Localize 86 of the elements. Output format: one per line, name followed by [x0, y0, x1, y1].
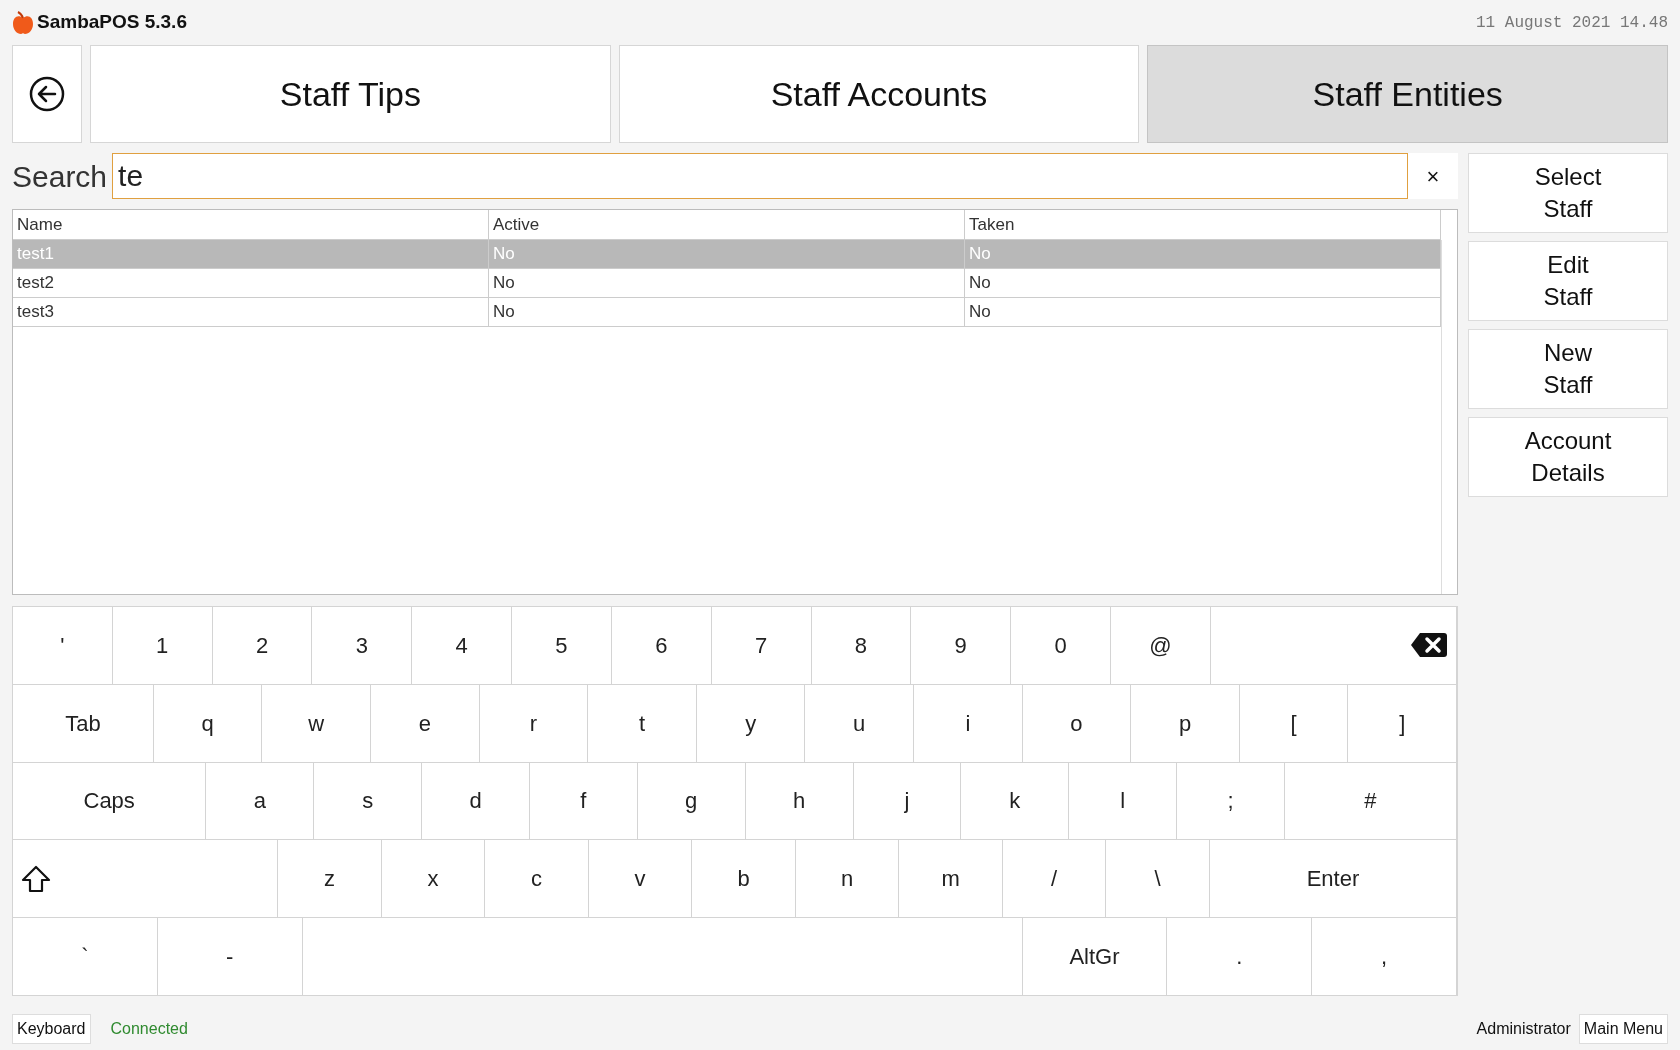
key[interactable]: ] [1348, 684, 1457, 762]
key[interactable]: Tab [13, 684, 154, 762]
nav-tab[interactable]: Staff Tips [90, 45, 611, 143]
table-cell: test2 [13, 269, 489, 297]
backspace-icon [1409, 632, 1448, 659]
space-key[interactable] [302, 918, 1023, 995]
table-cell: No [489, 240, 965, 268]
column-header: Active [489, 210, 965, 239]
key[interactable]: t [588, 684, 697, 762]
key[interactable]: Caps [13, 762, 207, 840]
table-cell: test1 [13, 240, 489, 268]
action-button[interactable]: New Staff [1468, 329, 1668, 409]
clear-search-button[interactable]: × [1408, 153, 1458, 199]
shift-key[interactable] [13, 840, 279, 918]
table-row[interactable]: test3 No No [13, 298, 1441, 327]
key[interactable]: ` [13, 918, 158, 995]
key[interactable]: w [262, 684, 372, 762]
key[interactable]: o [1022, 684, 1132, 762]
key[interactable]: Enter [1209, 840, 1457, 918]
key[interactable]: 2 [212, 607, 313, 684]
key[interactable]: ; [1177, 762, 1285, 840]
key[interactable]: q [153, 684, 263, 762]
table-cell: No [489, 269, 965, 297]
nav-tab[interactable]: Staff Entities [1147, 45, 1668, 143]
key[interactable]: c [485, 840, 589, 918]
key[interactable]: p [1131, 684, 1240, 762]
key[interactable]: / [1002, 840, 1107, 918]
key[interactable]: f [529, 762, 638, 840]
key[interactable]: n [795, 840, 900, 918]
shift-icon [21, 864, 51, 893]
key[interactable]: b [692, 840, 796, 918]
key[interactable]: a [206, 762, 315, 840]
user-name: Administrator [1476, 1019, 1571, 1039]
table-cell: test3 [13, 298, 489, 326]
key[interactable]: s [314, 762, 423, 840]
key[interactable]: y [696, 684, 806, 762]
key[interactable]: h [745, 762, 854, 840]
key[interactable]: - [157, 918, 303, 995]
action-button[interactable]: Edit Staff [1468, 241, 1668, 321]
app-title: SambaPOS 5.3.6 [37, 10, 187, 35]
apple-logo-icon [12, 10, 34, 35]
table-row[interactable]: test2 No No [13, 269, 1441, 298]
key[interactable]: l [1069, 762, 1178, 840]
column-header: Taken [965, 210, 1441, 239]
key[interactable]: v [588, 840, 693, 918]
key[interactable]: j [853, 762, 962, 840]
key[interactable]: 1 [112, 607, 213, 684]
key[interactable]: # [1284, 762, 1457, 840]
key[interactable]: z [278, 840, 382, 918]
toggle-button[interactable]: Keyboard [12, 1014, 91, 1044]
action-button[interactable]: Select Staff [1468, 153, 1668, 233]
search-label: Search [12, 158, 109, 195]
table-cell: No [489, 298, 965, 326]
action-button[interactable]: Account Details [1468, 417, 1668, 497]
key[interactable]: , [1312, 918, 1457, 995]
column-header: Name [13, 210, 489, 239]
key[interactable]: 3 [312, 607, 413, 684]
key[interactable]: AltGr [1022, 918, 1168, 995]
key[interactable]: 8 [811, 607, 912, 684]
key[interactable]: . [1167, 918, 1313, 995]
key[interactable]: r [479, 684, 589, 762]
key[interactable]: k [961, 762, 1070, 840]
back-button[interactable] [12, 45, 82, 143]
key[interactable]: 7 [711, 607, 812, 684]
key[interactable]: e [371, 684, 480, 762]
nav-tab[interactable]: Staff Accounts [618, 45, 1140, 143]
backspace-key[interactable] [1210, 607, 1457, 684]
key[interactable]: 5 [512, 607, 612, 684]
main-menu-button[interactable]: Main Menu [1578, 1014, 1668, 1044]
key[interactable]: 0 [1011, 607, 1111, 684]
key[interactable]: 4 [412, 607, 513, 684]
key[interactable]: 6 [611, 607, 712, 684]
key[interactable]: x [381, 840, 486, 918]
key[interactable]: 9 [911, 607, 1012, 684]
key[interactable]: ' [13, 607, 113, 684]
key[interactable]: d [422, 762, 530, 840]
key[interactable]: m [899, 840, 1003, 918]
date-time: 11 August 2021 14.48 [1475, 12, 1668, 34]
key[interactable]: \ [1106, 840, 1210, 918]
connection-status: Connected [110, 1019, 188, 1039]
search-field[interactable]: te [112, 153, 1408, 199]
key[interactable]: @ [1110, 607, 1211, 684]
key[interactable]: [ [1239, 684, 1349, 762]
key[interactable]: g [637, 762, 746, 840]
key[interactable]: i [914, 684, 1023, 762]
key[interactable]: u [805, 684, 915, 762]
